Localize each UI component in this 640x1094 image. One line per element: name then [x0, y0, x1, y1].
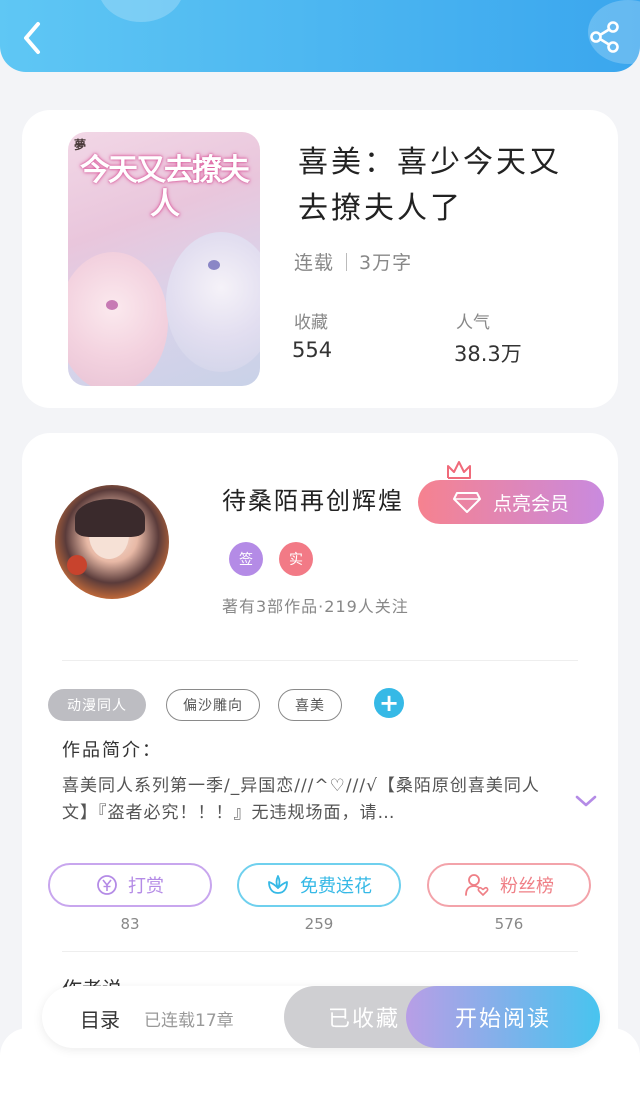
tip-button-label: 打赏 [128, 876, 164, 897]
crown-icon [447, 461, 471, 479]
popularity-value: 38.3万 [454, 342, 522, 366]
tip-button[interactable]: 打赏 [48, 863, 212, 907]
back-arrow-icon[interactable] [18, 20, 48, 56]
favorites-label: 收藏 [294, 313, 328, 333]
book-info-card: 夢 今天又去撩夫人 喜美：喜少今天又去撩夫人了 连载 3万字 收藏 554 人气 … [22, 110, 618, 408]
meta-separator [346, 253, 348, 271]
cover-mark: 夢 [74, 138, 87, 152]
cover-art [208, 260, 220, 270]
send-flower-label: 免费送花 [300, 876, 372, 897]
share-icon[interactable] [588, 20, 622, 54]
tag-chip[interactable]: 喜美 [278, 689, 342, 721]
flower-icon [268, 875, 288, 894]
book-status: 连载 [294, 252, 335, 274]
start-reading-button[interactable]: 开始阅读 [406, 986, 600, 1048]
author-avatar[interactable] [55, 485, 169, 599]
fan-count: 576 [494, 915, 524, 933]
decorative-bubble [98, 0, 184, 22]
bottom-action-bar: 目录 已连载17章 已收藏 开始阅读 [42, 986, 600, 1048]
cover-art [166, 232, 260, 372]
top-nav-bar [0, 0, 640, 72]
send-flower-button[interactable]: 免费送花 [237, 863, 401, 907]
author-name[interactable]: 待桑陌再创辉煌 [222, 481, 404, 516]
book-cover[interactable]: 夢 今天又去撩夫人 [68, 132, 260, 386]
book-meta: 连载 3万字 [294, 248, 412, 275]
fan-ranking-label: 粉丝榜 [500, 876, 554, 897]
cover-art [68, 252, 168, 386]
catalog-button[interactable]: 目录 [80, 1004, 120, 1033]
intro-text: 喜美同人系列第一季/_异国恋///^♡///√【桑陌原创喜美同人文】『盗者必究！… [62, 776, 540, 823]
book-word-count: 3万字 [359, 252, 413, 274]
author-works-summary: 著有3部作品·219人关注 [222, 597, 409, 616]
signed-badge: 签 [229, 542, 263, 576]
chapter-count[interactable]: 已连载17章 [144, 1006, 234, 1031]
divider [62, 951, 578, 952]
user-heart-icon [465, 874, 489, 896]
cover-art [106, 300, 118, 310]
fan-ranking-button[interactable]: 粉丝榜 [427, 863, 591, 907]
avatar-art [67, 555, 87, 575]
book-title: 喜美：喜少今天又去撩夫人了 [298, 145, 562, 226]
verified-badge: 实 [279, 542, 313, 576]
vip-button[interactable]: 点亮会员 [418, 480, 604, 524]
intro-label: 作品简介： [62, 740, 162, 761]
popularity-label: 人气 [456, 313, 490, 333]
divider [62, 660, 578, 661]
chevron-down-icon[interactable] [574, 793, 598, 809]
cover-title: 今天又去撩夫人 [80, 153, 250, 222]
tag-chip[interactable]: 动漫同人 [48, 689, 146, 721]
yen-coin-icon [97, 875, 117, 895]
tip-count: 83 [120, 915, 140, 933]
vip-button-label: 点亮会员 [492, 492, 569, 515]
add-tag-button[interactable]: + [374, 688, 404, 718]
diamond-icon [452, 492, 481, 513]
favorites-value: 554 [292, 338, 333, 362]
flower-count: 259 [304, 915, 334, 933]
tag-chip[interactable]: 偏沙雕向 [166, 689, 260, 721]
avatar-art [75, 499, 145, 537]
